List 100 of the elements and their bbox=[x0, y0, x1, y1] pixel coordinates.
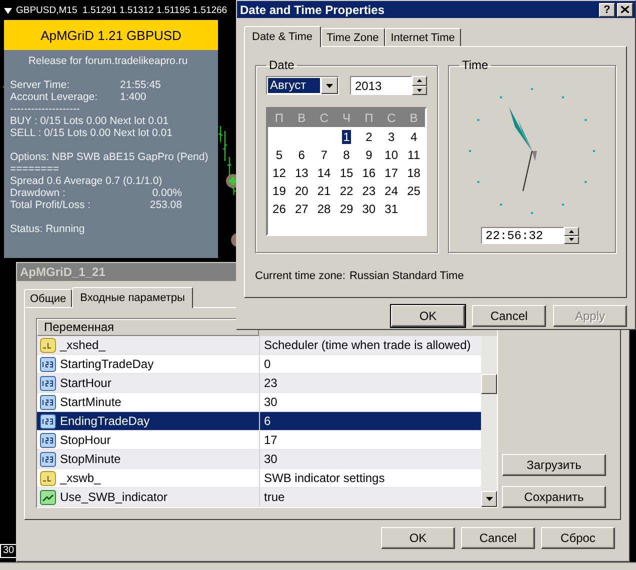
group-label: Date bbox=[268, 58, 296, 72]
calendar-day[interactable]: 13 bbox=[294, 166, 310, 180]
parameter-value: 30 bbox=[264, 395, 278, 409]
year-spinner[interactable] bbox=[412, 76, 427, 95]
close-icon bbox=[621, 6, 629, 13]
parameter-name: Use_SWB_indicator bbox=[60, 490, 168, 504]
calendar-day[interactable]: 5 bbox=[274, 148, 284, 162]
window-title: ApMGriD_1_21 bbox=[20, 265, 106, 279]
table-row[interactable]: _xshed_ Scheduler (time when trade is allowed) bbox=[37, 336, 481, 355]
down-arrow-icon bbox=[486, 497, 492, 501]
number-param-icon bbox=[40, 432, 56, 448]
calendar-day[interactable]: 14 bbox=[316, 166, 332, 180]
parameter-name: _xshed_ bbox=[60, 338, 106, 352]
time-zone-value: Russian Standard Time bbox=[349, 270, 464, 282]
parameter-value: SWB indicator settings bbox=[264, 471, 385, 485]
parameter-name: StartMinute bbox=[60, 395, 122, 409]
calendar-day[interactable]: 20 bbox=[294, 184, 310, 198]
calendar-day[interactable]: 1 bbox=[342, 130, 351, 144]
calendar-day[interactable]: 12 bbox=[272, 166, 287, 180]
scrollbar-thumb[interactable] bbox=[481, 374, 497, 394]
side-button[interactable]: Сохранить bbox=[502, 486, 606, 508]
calendar-day[interactable]: 2 bbox=[364, 130, 374, 144]
month-dropdown[interactable]: Август bbox=[266, 76, 339, 95]
table-row[interactable]: StartMinute 30 bbox=[37, 393, 481, 412]
calendar-day[interactable]: 9 bbox=[364, 148, 374, 162]
time-field[interactable]: 22:56:32 bbox=[480, 227, 564, 244]
table-row[interactable]: StopHour 17 bbox=[37, 431, 481, 450]
calendar-day[interactable]: 15 bbox=[338, 166, 354, 180]
dropdown-triangle-icon[interactable] bbox=[4, 8, 12, 14]
parameter-name: EndingTradeDay bbox=[60, 414, 150, 428]
tab[interactable]: Internet Time bbox=[384, 28, 461, 46]
calendar-day[interactable]: 17 bbox=[384, 166, 400, 180]
help-button[interactable]: ? bbox=[599, 2, 615, 16]
weekday-label: В bbox=[296, 111, 307, 125]
table-row[interactable]: StopMinute 30 bbox=[37, 450, 481, 469]
calendar-day[interactable]: 30 bbox=[361, 202, 377, 216]
calendar-day[interactable]: 8 bbox=[342, 148, 351, 162]
calendar-day[interactable]: 3 bbox=[387, 130, 396, 144]
table-row[interactable]: _xswb_ SWB indicator settings bbox=[37, 469, 481, 488]
calendar-day[interactable]: 25 bbox=[406, 184, 422, 198]
calendar-day[interactable]: 28 bbox=[316, 202, 332, 216]
calendar-day[interactable]: 29 bbox=[338, 202, 354, 216]
tab[interactable]: Time Zone bbox=[320, 28, 385, 46]
dialog-button[interactable]: OK bbox=[391, 305, 465, 327]
calendar-day[interactable]: 31 bbox=[384, 202, 400, 216]
parameter-value: 6 bbox=[264, 414, 271, 428]
close-button[interactable] bbox=[617, 2, 633, 16]
tab[interactable]: Входные параметры bbox=[72, 287, 193, 308]
weekday-label: С bbox=[318, 111, 330, 125]
parameter-value: 30 bbox=[264, 452, 278, 466]
calendar-day[interactable]: 11 bbox=[406, 148, 422, 162]
tab[interactable]: Date & Time bbox=[244, 26, 321, 47]
weekday-label: П bbox=[364, 111, 374, 125]
calendar-day[interactable]: 18 bbox=[406, 166, 422, 180]
table-row[interactable]: StartHour 23 bbox=[37, 374, 481, 393]
parameter-name: StopMinute bbox=[60, 452, 121, 466]
dialog-button[interactable]: OK bbox=[381, 527, 455, 549]
calendar-day[interactable]: 21 bbox=[316, 184, 332, 198]
dialog-button[interactable]: Сброс bbox=[541, 527, 615, 549]
up-arrow-icon bbox=[417, 79, 422, 82]
time-zone-label: Current time zone: bbox=[255, 270, 346, 282]
number-param-icon bbox=[40, 452, 56, 466]
toggle-param-icon bbox=[40, 490, 56, 504]
dialog-button[interactable]: Cancel bbox=[472, 305, 546, 327]
time-spinner[interactable] bbox=[564, 227, 578, 244]
calendar-day[interactable]: 22 bbox=[338, 184, 354, 198]
window-title: Date and Time Properties bbox=[240, 2, 384, 16]
scroll-down-button[interactable] bbox=[481, 491, 497, 507]
calendar-day[interactable]: 7 bbox=[320, 148, 328, 162]
table-row[interactable]: EndingTradeDay 6 bbox=[37, 412, 481, 431]
calendar-day[interactable]: 6 bbox=[297, 148, 306, 162]
table-row[interactable]: Use_SWB_indicator true bbox=[37, 488, 481, 507]
number-param-icon bbox=[40, 376, 56, 390]
down-arrow-icon bbox=[568, 238, 574, 242]
parameter-name: StartHour bbox=[60, 376, 112, 390]
parameter-name: StopHour bbox=[60, 433, 111, 447]
text-param-icon bbox=[40, 470, 56, 486]
calendar-day[interactable]: 10 bbox=[384, 148, 400, 162]
number-param-icon bbox=[40, 414, 56, 428]
calendar-day[interactable]: 26 bbox=[272, 202, 287, 216]
column-header[interactable]: Переменная bbox=[37, 319, 259, 336]
tab[interactable]: Общие bbox=[24, 289, 72, 307]
calendar-day[interactable]: 23 bbox=[361, 184, 377, 198]
calendar-day[interactable]: 4 bbox=[409, 130, 418, 144]
dropdown-arrow-icon bbox=[326, 84, 333, 88]
year-field[interactable]: 2013 bbox=[350, 76, 412, 95]
parameter-value: 17 bbox=[264, 433, 278, 447]
parameter-value: 23 bbox=[264, 376, 278, 390]
calendar-day[interactable]: 27 bbox=[294, 202, 310, 216]
parameter-value: Scheduler (time when trade is allowed) bbox=[264, 338, 471, 352]
vertical-scrollbar[interactable] bbox=[481, 336, 497, 507]
weekday-label: С bbox=[386, 111, 397, 125]
number-param-icon bbox=[40, 356, 56, 372]
calendar-day[interactable]: 16 bbox=[361, 166, 377, 180]
table-row[interactable]: StartingTradeDay 0 bbox=[37, 355, 481, 374]
dialog-button[interactable]: Cancel bbox=[461, 527, 535, 549]
parameter-name: StartingTradeDay bbox=[60, 357, 154, 371]
calendar-day[interactable]: 24 bbox=[384, 184, 400, 198]
side-button[interactable]: Загрузить bbox=[502, 454, 606, 476]
calendar-day[interactable]: 19 bbox=[272, 184, 287, 198]
